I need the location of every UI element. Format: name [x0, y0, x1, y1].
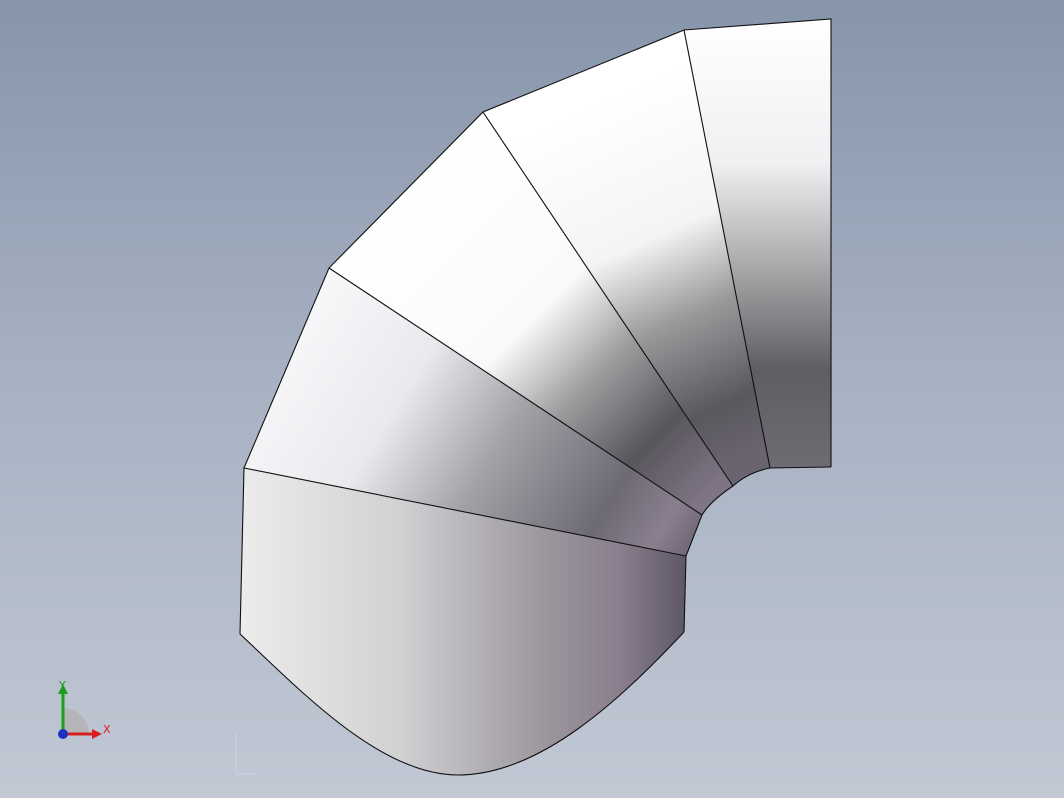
x-axis-label: X	[103, 723, 111, 736]
elbow-duct-model[interactable]	[0, 0, 1064, 798]
z-axis-dot	[58, 729, 68, 739]
triad-plane-quadrant	[63, 708, 89, 734]
origin-marker	[235, 734, 256, 775]
graphics-viewport[interactable]: Y X	[0, 0, 1064, 798]
x-axis-arrow	[92, 729, 102, 739]
coordinate-triad: Y X	[58, 679, 111, 739]
y-axis-label: Y	[58, 679, 66, 692]
